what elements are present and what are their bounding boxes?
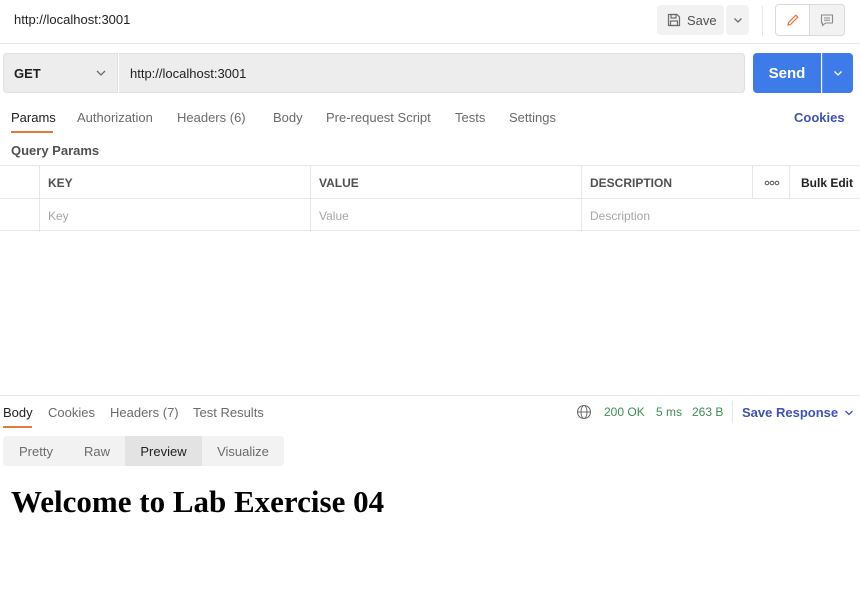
url-input[interactable]: http://localhost:3001 [119,53,745,93]
response-tab-test-results[interactable]: Test Results [193,405,264,420]
view-preview-button[interactable]: Preview [125,436,202,466]
column-header-value: VALUE [310,166,582,199]
save-icon [667,13,681,27]
response-size[interactable]: 263 B [692,405,723,419]
active-response-tab-indicator [3,426,32,428]
tab-pre-request-script[interactable]: Pre-request Script [326,110,431,125]
divider [732,401,733,423]
more-horizontal-icon [764,180,779,185]
pencil-icon [786,14,799,26]
response-time[interactable]: 5 ms [656,405,682,419]
view-pretty-button[interactable]: Pretty [3,436,69,466]
view-raw-button[interactable]: Raw [69,436,125,466]
status-code[interactable]: 200 OK [604,405,645,419]
column-header-description: DESCRIPTION [581,166,753,199]
row-checkbox-cell [0,199,40,232]
preview-heading: Welcome to Lab Exercise 04 [11,484,385,519]
response-tab-body[interactable]: Body [3,405,33,420]
globe-icon[interactable] [576,404,592,420]
column-options-button[interactable] [752,166,790,199]
method-select[interactable]: GET [3,53,118,93]
tab-params[interactable]: Params [11,110,56,125]
key-input[interactable]: Key [39,199,311,232]
table-row: Key Value Description [0,198,860,232]
tab-settings[interactable]: Settings [509,110,556,125]
table-header-row: KEY VALUE DESCRIPTION Bulk Edit [0,165,860,199]
tab-authorization[interactable]: Authorization [77,110,153,125]
chevron-down-icon [845,410,854,415]
query-params-title: Query Params [11,143,100,158]
tab-headers[interactable]: Headers (6) [177,110,246,125]
cookies-link[interactable]: Cookies [794,110,845,125]
save-response-label: Save Response [742,405,839,420]
response-view-mode-group: Pretty Raw Preview Visualize [3,436,284,466]
description-input[interactable]: Description [581,199,860,232]
save-response-button[interactable]: Save Response [742,405,854,420]
bulk-edit-button[interactable]: Bulk Edit [789,166,860,199]
send-button[interactable]: Send [753,53,821,93]
column-header-key: KEY [39,166,311,199]
request-title[interactable]: http://localhost:3001 [14,12,130,27]
save-button[interactable]: Save [657,5,724,35]
query-params-table: KEY VALUE DESCRIPTION Bulk Edit Key Valu… [0,165,860,232]
chevron-down-icon [834,71,842,76]
request-header-bar: http://localhost:3001 Save [0,0,860,44]
save-options-button[interactable] [726,5,749,35]
method-value: GET [14,65,41,81]
tab-body[interactable]: Body [273,110,303,125]
comment-icon [820,14,834,27]
tab-tests[interactable]: Tests [455,110,485,125]
send-options-button[interactable] [822,53,853,93]
active-tab-indicator [11,131,53,133]
save-label: Save [687,12,717,28]
edit-pane-button[interactable] [776,5,810,35]
pane-toggle-group [775,4,845,36]
response-pane-divider[interactable] [0,395,860,396]
divider [762,6,763,36]
value-input[interactable]: Value [310,199,582,232]
comments-pane-button[interactable] [810,5,844,35]
checkbox-column-header [0,166,40,199]
response-tab-cookies[interactable]: Cookies [48,405,95,420]
chevron-down-icon [733,18,742,23]
chevron-down-icon [96,70,106,76]
view-visualize-button[interactable]: Visualize [202,436,284,466]
response-tab-headers[interactable]: Headers (7) [110,405,179,420]
